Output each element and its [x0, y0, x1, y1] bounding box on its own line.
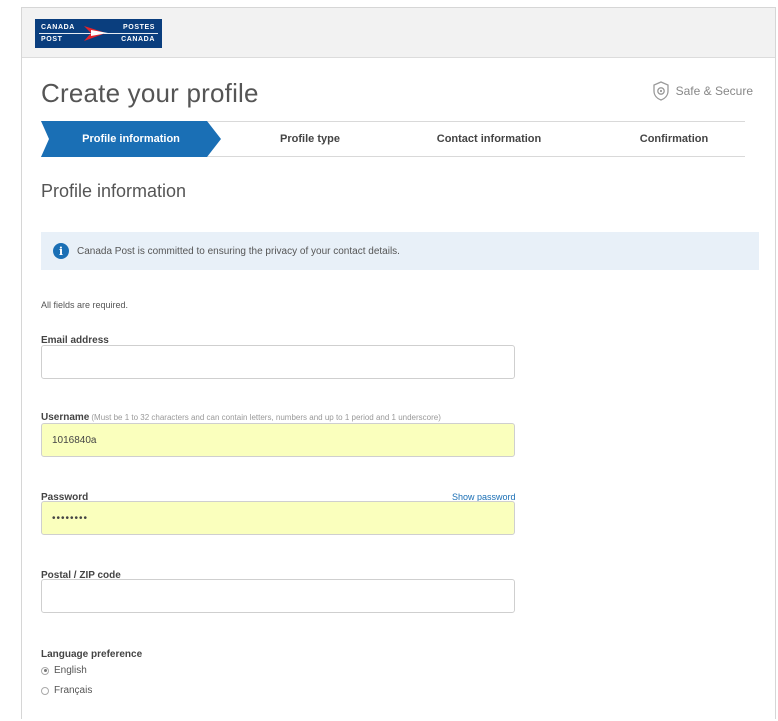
username-hint: (Must be 1 to 32 characters and can cont…: [91, 413, 441, 422]
logo-text-canada: CANADA: [41, 24, 75, 31]
page-frame: CANADA POST POSTES CANADA Create your pr…: [21, 7, 776, 719]
language-preference-label: Language preference: [41, 649, 143, 660]
logo-emblem-icon: [84, 26, 108, 41]
language-option-french[interactable]: Français: [41, 685, 92, 696]
page-title: Create your profile: [41, 78, 259, 108]
step-confirmation: Confirmation: [639, 133, 709, 145]
french-label: Français: [54, 685, 93, 696]
canada-post-logo[interactable]: CANADA POST POSTES CANADA: [35, 19, 162, 48]
email-field[interactable]: [41, 345, 515, 379]
shield-icon: [652, 81, 669, 101]
site-header: CANADA POST POSTES CANADA: [22, 8, 775, 58]
logo-text-post: POST: [41, 36, 63, 43]
step-profile-information: Profile information: [82, 133, 180, 145]
postal-code-field[interactable]: [41, 579, 515, 613]
progress-stepper: Profile information Profile type Contact…: [41, 121, 745, 157]
english-label: English: [54, 665, 87, 676]
password-field[interactable]: [41, 501, 515, 535]
logo-text-postes: POSTES: [123, 24, 155, 31]
required-note: All fields are required.: [41, 300, 129, 310]
username-label: Username (Must be 1 to 32 characters and …: [41, 412, 441, 423]
step-contact-information: Contact information: [436, 133, 542, 145]
username-label-text: Username: [41, 412, 90, 423]
privacy-notice: i Canada Post is committed to ensuring t…: [41, 232, 759, 270]
info-icon: i: [53, 243, 69, 259]
language-option-english[interactable]: English: [41, 665, 87, 676]
username-field[interactable]: [41, 423, 515, 457]
step-profile-type: Profile type: [280, 133, 340, 145]
english-radio[interactable]: [41, 666, 49, 675]
privacy-notice-text: Canada Post is committed to ensuring the…: [77, 245, 400, 257]
section-title: Profile information: [41, 181, 187, 201]
safe-secure-label: Safe & Secure: [675, 84, 753, 98]
french-radio[interactable]: [41, 686, 49, 695]
safe-secure-badge: Safe & Secure: [652, 81, 753, 101]
logo-text-canada-fr: CANADA: [121, 36, 155, 43]
